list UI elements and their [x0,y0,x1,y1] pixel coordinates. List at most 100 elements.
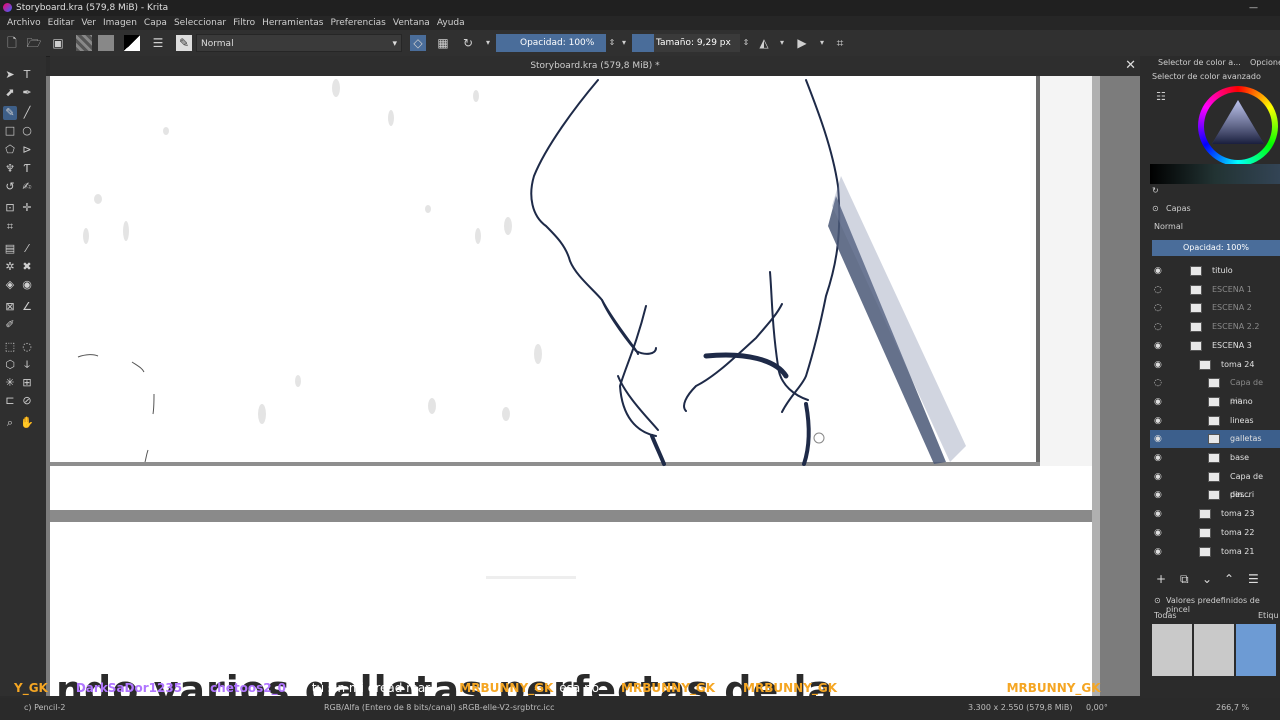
visibility-eye-icon[interactable]: ◉ [1154,412,1162,430]
presets-tag-button[interactable]: Etiqu [1258,611,1279,620]
gradient-tool-icon[interactable]: ▤ [3,242,17,256]
blend-mode-select[interactable]: Normal ▾ [196,34,402,52]
crop-tool-icon[interactable]: ⌗ [3,220,17,234]
layer-row[interactable]: ◉ toma 22 [1150,524,1280,542]
color-settings-icon[interactable]: ☷ [1156,90,1166,103]
layer-row[interactable]: ◌ ESCENA 2 [1150,299,1280,317]
brush-preset-icon[interactable]: ✎ [176,35,192,51]
layer-row[interactable]: ◉ ESCENA 3 [1150,337,1280,355]
brush-preset-ink[interactable] [1194,624,1234,676]
multibrush-icon[interactable]: ✍ [20,180,34,194]
zoom-tool-icon[interactable]: ⌕ [3,416,17,430]
layer-row[interactable]: ◉ toma 24 [1150,356,1280,374]
layer-row[interactable]: ◌ Capa de pin... [1150,374,1280,405]
visibility-eye-icon[interactable]: ◉ [1154,430,1162,448]
layer-row[interactable]: ◉ titulo [1150,262,1280,280]
line-tool-icon[interactable]: ╱ [20,106,34,120]
chevron-down-icon[interactable]: ▾ [774,35,790,51]
menu-capa[interactable]: Capa [144,16,167,30]
layer-row[interactable]: ◌ ESCENA 2.2 [1150,318,1280,336]
visibility-eye-icon[interactable]: ◌ [1154,374,1162,392]
reload-preset-icon[interactable]: ↻ [460,35,476,51]
layer-row[interactable]: ◉ toma 23 [1150,505,1280,523]
visibility-eye-icon[interactable]: ◉ [1154,393,1162,411]
menu-ver[interactable]: Ver [81,16,96,30]
pan-tool-icon[interactable]: ✋ [20,416,34,430]
color-picker-icon[interactable]: ⁄ [20,242,34,256]
tab-color-selector[interactable]: Selector de color a... [1158,58,1241,67]
size-spin-icon[interactable]: ⇕ [738,35,754,51]
measure-tool-icon[interactable]: ∠ [20,300,34,314]
zoom-value[interactable]: 266,7 % [1216,700,1249,716]
chevron-down-icon[interactable]: ⌄ [1202,572,1212,586]
fg-bg-color-icon[interactable] [124,35,140,51]
menu-filtro[interactable]: Filtro [233,16,255,30]
freehand-select-icon[interactable]: ↆ [20,358,34,372]
new-document-icon[interactable]: 🗋 [4,35,20,51]
mirror-horizontal-icon[interactable]: ◭ [756,35,772,51]
enclose-fill-icon[interactable]: ◉ [20,278,34,292]
visibility-eye-icon[interactable]: ◉ [1154,262,1162,280]
similar-select-icon[interactable]: ⊞ [20,376,34,390]
visibility-eye-icon[interactable]: ◌ [1154,299,1162,317]
polygon-tool-icon[interactable]: ⬠ [3,143,17,157]
menu-archivo[interactable]: Archivo [7,16,41,30]
refresh-icon[interactable]: ↻ [1152,186,1159,195]
dynamic-brush-icon[interactable]: ↺ [3,180,17,194]
polygon-select-icon[interactable]: ⬡ [3,358,17,372]
move-tool-icon[interactable]: ✛ [20,201,34,215]
opacity-slider[interactable]: Opacidad: 100% [496,34,606,52]
assistant-tool-icon[interactable]: ⊠ [3,300,17,314]
ellipse-tool-icon[interactable]: ○ [20,124,34,138]
canvas-viewport[interactable] [46,76,1140,696]
menu-editar[interactable]: Editar [48,16,75,30]
edit-shapes-icon[interactable]: ⬈ [3,86,17,100]
layer-row[interactable]: ◉ Capa de pin... [1150,468,1280,499]
chevron-up-icon[interactable]: ⌃ [1224,572,1234,586]
layer-row[interactable]: ◉ descri [1150,486,1280,504]
brush-settings-icon[interactable]: ☰ [150,35,166,51]
minimize-button[interactable]: — [1249,0,1258,16]
layers-opacity-slider[interactable]: Opacidad: 100% [1152,240,1280,256]
layer-row[interactable]: ◉ toma 21 [1150,543,1280,561]
select-shapes-icon[interactable]: ➤ [3,68,17,82]
layer-row[interactable]: ◉ base [1150,449,1280,467]
color-history-strip[interactable] [1150,164,1280,184]
brush-preset-selected[interactable] [1236,624,1276,676]
visibility-eye-icon[interactable]: ◌ [1154,318,1162,336]
text-tool-icon[interactable]: T [20,68,34,82]
transform-tool-icon[interactable]: ⊡ [3,201,17,215]
freehand-path-icon[interactable]: Ƭ [20,162,34,176]
visibility-eye-icon[interactable]: ◉ [1154,468,1162,486]
fill-tool-icon[interactable]: ◈ [3,278,17,292]
color-wheel[interactable] [1198,86,1278,166]
rectangle-tool-icon[interactable]: □ [3,124,17,138]
layers-blend-mode[interactable]: Normal [1154,222,1183,231]
chevron-down-icon[interactable]: ▾ [814,35,830,51]
current-brush[interactable]: c) Pencil-2 [24,700,65,716]
visibility-eye-icon[interactable]: ◉ [1154,524,1162,542]
calligraphy-icon[interactable]: ✒ [20,86,34,100]
menu-herramientas[interactable]: Herramientas [262,16,323,30]
preserve-alpha-icon[interactable]: ▦ [435,35,451,51]
layer-row[interactable]: ◉ mano [1150,393,1280,411]
bezier-tool-icon[interactable]: ♆ [3,162,17,176]
chevron-down-icon[interactable]: ▾ [616,35,632,51]
save-icon[interactable]: ▣ [50,35,66,51]
color-triangle[interactable] [1208,96,1268,156]
visibility-eye-icon[interactable]: ◌ [1154,281,1162,299]
visibility-eye-icon[interactable]: ◉ [1154,486,1162,504]
size-slider[interactable]: Tamaño: 9,29 px [632,34,740,52]
rect-select-icon[interactable]: ⬚ [3,340,17,354]
wrap-around-icon[interactable]: ⌗ [832,35,848,51]
layer-menu-icon[interactable]: ☰ [1248,572,1259,586]
menu-ayuda[interactable]: Ayuda [437,16,465,30]
visibility-eye-icon[interactable]: ◉ [1154,505,1162,523]
rotation-value[interactable]: 0,00° [1086,700,1108,716]
add-layer-icon[interactable]: + [1156,572,1166,586]
pattern-selector-icon[interactable] [98,35,114,51]
reference-tool-icon[interactable]: ✐ [3,318,17,332]
visibility-eye-icon[interactable]: ◉ [1154,337,1162,355]
contiguous-select-icon[interactable]: ✳ [3,376,17,390]
visibility-eye-icon[interactable]: ◉ [1154,449,1162,467]
